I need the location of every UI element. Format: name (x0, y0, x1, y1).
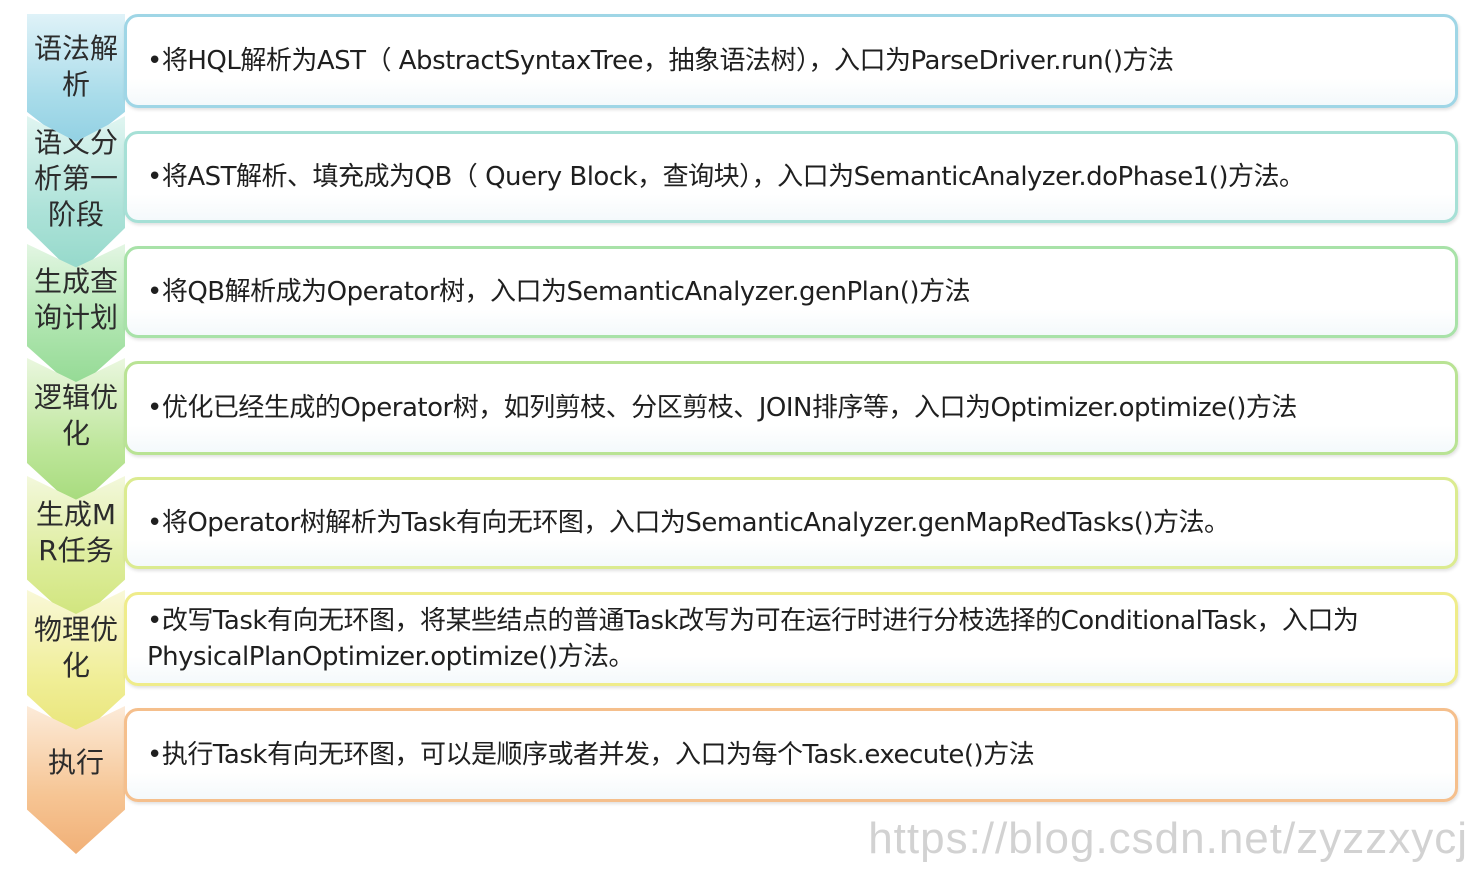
step-5-text: •将Operator树解析为Task有向无环图，入口为SemanticAnaly… (147, 508, 1230, 538)
step-3-text: •将QB解析成为Operator树，入口为SemanticAnalyzer.ge… (147, 277, 971, 307)
step-4-text: •优化已经生成的Operator树，如列剪枝、分区剪枝、JOIN排序等，入口为O… (147, 393, 1297, 423)
step-1-text: •将HQL解析为AST（ AbstractSyntaxTree，抽象语法树），入… (147, 46, 1174, 76)
step-7-label: 执行 (47, 746, 104, 779)
watermark: https://blog.csdn.net/zyzzxycj (868, 814, 1468, 863)
step-3-label: 生成查询计划 (33, 265, 118, 334)
step-2-text: •将AST解析、填充成为QB（ Query Block，查询块），入口为Sema… (147, 162, 1305, 192)
step-6-text: •改写Task有向无环图，将某些结点的普通Task改写为可在运行时进行分枝选择的… (147, 606, 1359, 672)
step-5-box: •将Operator树解析为Task有向无环图，入口为SemanticAnaly… (124, 477, 1458, 569)
step-6-box: •改写Task有向无环图，将某些结点的普通Task改写为可在运行时进行分枝选择的… (124, 592, 1458, 686)
step-7-text: •执行Task有向无环图，可以是顺序或者并发，入口为每个Task.execute… (147, 740, 1035, 770)
step-5-label: 生成MR任务 (35, 498, 117, 567)
hive-compilation-flow: 语法解析 •将HQL解析为AST（ AbstractSyntaxTree，抽象语… (0, 0, 1478, 870)
step-1-box: •将HQL解析为AST（ AbstractSyntaxTree，抽象语法树），入… (124, 14, 1458, 108)
step-7-box: •执行Task有向无环图，可以是顺序或者并发，入口为每个Task.execute… (124, 708, 1458, 802)
step-4-box: •优化已经生成的Operator树，如列剪枝、分区剪枝、JOIN排序等，入口为O… (124, 361, 1458, 455)
step-6-label: 物理优化 (33, 613, 118, 682)
step-3-box: •将QB解析成为Operator树，入口为SemanticAnalyzer.ge… (124, 246, 1458, 338)
step-2-box: •将AST解析、填充成为QB（ Query Block，查询块），入口为Sema… (124, 131, 1458, 223)
step-1-label: 语法解析 (33, 32, 118, 101)
step-4-label: 逻辑优化 (33, 381, 118, 450)
